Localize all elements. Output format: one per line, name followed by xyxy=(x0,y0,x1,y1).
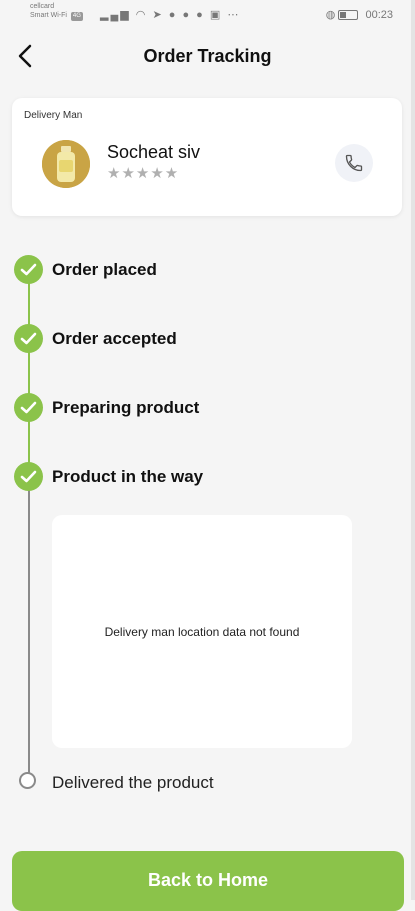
header: Order Tracking xyxy=(0,28,415,86)
delivery-man-label: Delivery Man xyxy=(24,110,83,121)
timeline-step-delivered: Delivered the product xyxy=(14,768,394,798)
check-circle-icon xyxy=(14,255,43,284)
back-to-home-label: Back to Home xyxy=(147,870,269,890)
status-bar: cellcard Smart Wi-Fi 4G ▂▄▆ ◠ ➤ ● ● ● ▣ … xyxy=(0,0,415,28)
vibrate-icon: ◍ xyxy=(325,9,336,21)
timeline-step-product-in-the-way: Product in the way xyxy=(14,462,394,492)
phone-icon xyxy=(345,154,363,172)
facebook-icon: ● xyxy=(182,9,192,21)
step-label: Product in the way xyxy=(52,467,204,486)
map-empty-message: Delivery man location data not found xyxy=(104,625,300,639)
timeline-connector xyxy=(28,352,30,394)
step-label: Delivered the product xyxy=(52,773,214,792)
delivery-map[interactable]: Delivery man location data not found xyxy=(52,515,352,748)
more-icon: ⋯ xyxy=(227,9,241,21)
gallery-icon: ▣ xyxy=(209,9,223,21)
carrier-name: cellcard xyxy=(30,3,55,10)
battery-icon xyxy=(338,10,359,21)
timeline-connector xyxy=(28,421,30,463)
timeline-step-order-placed: Order placed xyxy=(14,255,394,285)
call-button[interactable] xyxy=(335,144,373,182)
telegram-icon: ➤ xyxy=(152,9,164,21)
timeline-step-order-accepted: Order accepted xyxy=(14,324,394,354)
timeline-connector xyxy=(28,490,30,774)
check-circle-icon xyxy=(14,462,43,491)
status-icons: ▂▄▆ ◠ ➤ ● ● ● ▣ ⋯ xyxy=(100,8,240,21)
delivery-man-card: Delivery Man Socheat siv ★★★★★ xyxy=(12,98,402,216)
facebook-icon: ● xyxy=(196,9,205,21)
network-badge: 4G xyxy=(70,12,83,21)
page-title: Order Tracking xyxy=(143,46,272,66)
status-right: ◍ 00:23 xyxy=(326,8,393,21)
delivery-man-name: Socheat siv xyxy=(107,142,201,162)
check-circle-icon xyxy=(14,324,43,353)
check-circle-icon xyxy=(14,393,43,422)
step-label: Preparing product xyxy=(52,398,200,417)
scrollbar-track xyxy=(411,0,415,900)
status-time: 00:23 xyxy=(365,9,393,21)
messenger-icon: ● xyxy=(168,9,178,21)
back-to-home-button[interactable]: Back to Home xyxy=(12,851,404,911)
signal-icon: ▂▄▆ xyxy=(100,9,131,21)
pending-circle-icon xyxy=(19,772,36,789)
step-label: Order accepted xyxy=(52,329,177,348)
wifi-icon: ◠ xyxy=(135,9,148,21)
step-label: Order placed xyxy=(52,260,157,279)
carrier-info: cellcard Smart Wi-Fi 4G xyxy=(30,2,83,21)
avatar-image xyxy=(42,140,90,188)
timeline-step-preparing-product: Preparing product xyxy=(14,393,394,423)
rating-stars: ★★★★★ xyxy=(107,165,180,182)
timeline-connector xyxy=(28,283,30,325)
avatar xyxy=(42,140,90,188)
wifi-name: Smart Wi-Fi xyxy=(30,12,67,19)
